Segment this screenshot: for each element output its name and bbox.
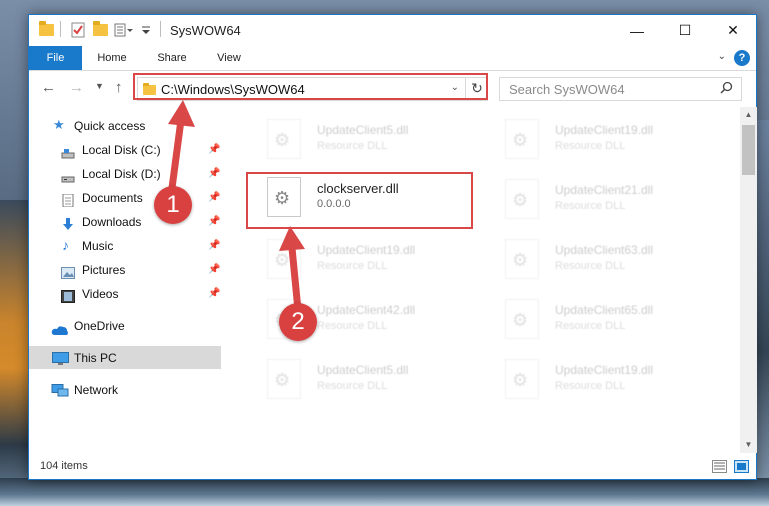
up-arrow-icon[interactable]: ↑ [115,79,123,96]
file-item[interactable]: ⚙ UpdateClient65.dll Resource DLL [485,295,705,347]
file-highlight [246,172,473,229]
file-item[interactable]: ⚙ UpdateClient21.dll Resource DLL [485,175,705,227]
title-bar: SysWOW64 — ☐ ✕ [29,15,756,46]
desktop-background [0,200,30,506]
pin-icon: 📌 [208,216,221,227]
address-bar-highlight [133,73,488,100]
forward-arrow-icon[interactable]: → [69,79,84,96]
step-1-badge: 1 [154,186,192,224]
computer-icon [52,351,69,365]
scroll-up-icon[interactable]: ▲ [740,107,757,123]
search-placeholder: Search SysWOW64 [509,82,625,97]
file-item[interactable]: ⚙ UpdateClient19.dll Resource DLL [485,355,705,407]
network-icon [51,383,69,397]
help-icon[interactable]: ? [734,50,750,66]
toolbar-divider [160,21,161,37]
videos-icon [61,288,75,303]
toolbar-divider [60,21,61,37]
tab-view[interactable]: View [204,46,254,70]
item-count: 104 items [40,460,88,472]
scrollbar-thumb[interactable] [742,125,755,175]
step-2-badge: 2 [279,303,317,341]
properties-icon[interactable] [70,21,86,39]
pin-icon: 📌 [208,240,221,251]
pin-icon: 📌 [208,288,221,299]
new-folder-icon[interactable] [93,21,108,39]
customize-toolbar-icon[interactable] [114,21,134,39]
dll-file-icon: ⚙ [505,119,539,159]
dll-file-icon: ⚙ [505,179,539,219]
desktop-background-bottom [0,478,769,506]
quick-access-dropdown-icon[interactable] [141,21,151,39]
cloud-icon [51,321,68,335]
desktop-background-right [757,120,769,506]
file-list: ⚙ UpdateClient5.dll Resource DLL ⚙ clock… [227,107,740,453]
drive-icon [61,168,75,183]
search-icon[interactable] [720,81,733,97]
details-view-icon[interactable] [712,460,727,473]
minimize-button[interactable]: — [614,15,660,46]
search-box[interactable]: Search SysWOW64 [499,77,742,101]
tab-home[interactable]: Home [87,46,137,70]
pin-icon: 📌 [208,144,221,155]
window-title: SysWOW64 [170,23,241,38]
music-icon: ♪ [62,237,69,253]
star-icon: ★ [53,117,65,132]
tab-file[interactable]: File [29,46,82,70]
recent-locations-chevron-icon[interactable]: ▼ [95,81,104,91]
pin-icon: 📌 [208,264,221,275]
dll-file-icon: ⚙ [505,359,539,399]
window-folder-icon [39,21,54,39]
tab-share[interactable]: Share [147,46,197,70]
large-icons-view-icon[interactable] [734,460,749,473]
file-item[interactable]: ⚙ UpdateClient63.dll Resource DLL [485,235,705,287]
downloads-icon [61,216,75,230]
maximize-button[interactable]: ☐ [662,15,708,46]
file-item[interactable]: ⚙ UpdateClient19.dll Resource DLL [485,115,705,167]
status-bar: 104 items [29,453,756,480]
ribbon-tabs: File Home Share View ⌄ ? [29,46,756,71]
file-item[interactable]: ⚙ UpdateClient5.dll Resource DLL [247,115,467,167]
file-item[interactable]: ⚙ UpdateClient19.dll Resource DLL [247,235,467,287]
expand-ribbon-chevron-icon[interactable]: ⌄ [718,51,726,62]
file-item[interactable]: ⚙ UpdateClient5.dll Resource DLL [247,355,467,407]
close-button[interactable]: ✕ [710,15,756,46]
dll-file-icon: ⚙ [267,239,301,279]
dll-file-icon: ⚙ [267,119,301,159]
dll-file-icon: ⚙ [505,299,539,339]
navigation-pane: ★ Quick access Local Disk (C:) 📌 Local D… [29,107,225,453]
pin-icon: 📌 [208,192,221,203]
pin-icon: 📌 [208,168,221,179]
pictures-icon [61,264,75,279]
dll-file-icon: ⚙ [267,359,301,399]
dll-file-icon: ⚙ [505,239,539,279]
scroll-down-icon[interactable]: ▼ [740,437,757,453]
drive-icon [61,144,75,159]
documents-icon [61,192,75,208]
back-arrow-icon[interactable]: ← [41,79,56,96]
vertical-scrollbar[interactable]: ▲ ▼ [740,107,757,453]
